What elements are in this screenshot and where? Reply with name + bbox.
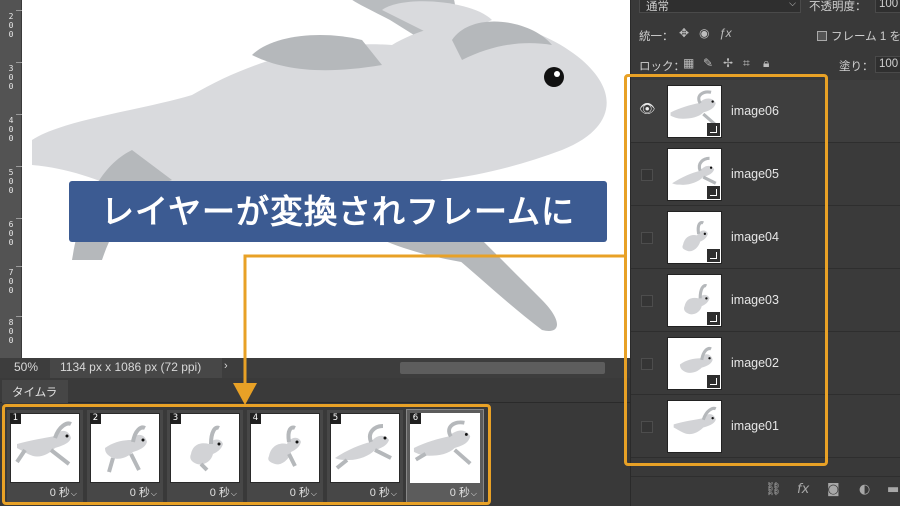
opacity-label: 不透明度：: [809, 1, 867, 13]
layer-thumbnail: [667, 337, 722, 390]
frame-number: 6: [410, 413, 421, 424]
visibility-toggle[interactable]: [641, 421, 653, 433]
layer-name[interactable]: image06: [731, 104, 779, 118]
chevron-down-icon: ⌵: [390, 489, 397, 498]
propagate-frame-checkbox[interactable]: フレーム 1 を: [817, 28, 900, 44]
visibility-toggle[interactable]: [641, 169, 653, 181]
status-bar: 50% 1134 px x 1086 px (72 ppi) ›: [0, 358, 630, 378]
lock-artboard-icon[interactable]: ⌗: [743, 56, 750, 71]
layers-footer: ⛓︎ fx ◙ ◐ ▬: [631, 476, 900, 506]
smart-object-icon: [707, 312, 720, 325]
layer-row[interactable]: image01: [631, 395, 900, 458]
lock-transparency-icon[interactable]: ▦: [683, 56, 694, 70]
layer-thumbnail: [667, 211, 722, 264]
layer-row[interactable]: image05: [631, 143, 900, 206]
timeline-frame[interactable]: 3 0 秒⌵: [167, 410, 243, 502]
layer-thumbnail: [667, 400, 722, 453]
unify-style-icon[interactable]: ƒx: [719, 26, 732, 40]
layer-name[interactable]: image01: [731, 419, 779, 433]
lock-label: ロック：: [639, 61, 685, 73]
fill-label: 塗り：: [839, 61, 874, 73]
lock-row: ロック： ▦ ✎ ✢ ⌗ 🔒︎ 塗り： 100: [631, 56, 900, 76]
checkbox-icon: [817, 31, 827, 41]
layer-name[interactable]: image03: [731, 293, 779, 307]
chevron-right-icon[interactable]: ›: [224, 360, 228, 372]
ruler-label: 6 0 0: [8, 220, 14, 247]
tab-timeline[interactable]: タイムライン: [2, 380, 68, 415]
ruler-label: 3 0 0: [8, 64, 14, 91]
annotation-callout: レイヤーが変換されフレームに: [69, 181, 607, 242]
unify-label: 統一：: [639, 31, 674, 43]
layer-name[interactable]: image04: [731, 230, 779, 244]
document-size[interactable]: 1134 px x 1086 px (72 ppi): [50, 358, 222, 378]
timeline-frame[interactable]: 5 0 秒⌵: [327, 410, 403, 502]
smart-object-icon: [707, 123, 720, 136]
chevron-down-icon: ⌵: [789, 0, 796, 8]
visibility-toggle[interactable]: 👁︎: [639, 102, 656, 118]
ruler-label: 2 0 0: [8, 12, 14, 39]
frame-delay[interactable]: 0 秒⌵: [130, 484, 157, 500]
timeline-frame-selected[interactable]: 6 0 秒⌵: [406, 409, 484, 503]
chevron-down-icon: ⌵: [310, 489, 317, 498]
opacity-input[interactable]: 100: [875, 0, 900, 13]
zoom-level[interactable]: 50%: [14, 360, 38, 374]
frame-delay[interactable]: 0 秒⌵: [450, 484, 477, 500]
layer-row[interactable]: image04: [631, 206, 900, 269]
chevron-down-icon: ⌵: [70, 489, 77, 498]
visibility-toggle[interactable]: [641, 232, 653, 244]
layer-name[interactable]: image05: [731, 167, 779, 181]
layer-row[interactable]: 👁︎ image06: [631, 80, 900, 143]
smart-object-icon: [707, 375, 720, 388]
vertical-ruler[interactable]: 2 0 0 3 0 0 4 0 0 5 0 0 6 0 0 7 0 0 8 0 …: [0, 0, 22, 358]
frame-delay[interactable]: 0 秒⌵: [370, 484, 397, 500]
frame-delay[interactable]: 0 秒⌵: [50, 484, 77, 500]
lock-all-icon[interactable]: 🔒︎: [763, 56, 769, 71]
frame-delay[interactable]: 0 秒⌵: [210, 484, 237, 500]
adjustment-icon[interactable]: ◐: [859, 482, 870, 497]
mask-icon[interactable]: ◙: [827, 482, 840, 497]
frame-number: 3: [170, 413, 181, 424]
frame-number: 4: [250, 413, 261, 424]
eye-icon: 👁︎: [639, 102, 656, 117]
ruler-label: 5 0 0: [8, 168, 14, 195]
layer-thumbnail: [667, 148, 722, 201]
layers-options-row: 通常 ⌵ 不透明度： 100: [631, 0, 900, 16]
ruler-label: 7 0 0: [8, 268, 14, 295]
lock-paint-icon[interactable]: ✎: [703, 56, 713, 70]
chevron-down-icon: ⌵: [470, 489, 477, 498]
lock-move-icon[interactable]: ✢: [723, 56, 733, 70]
chevron-down-icon: ⌵: [150, 489, 157, 498]
blend-mode-select[interactable]: 通常 ⌵: [639, 0, 801, 13]
timeline-frame[interactable]: 1 0 秒⌵: [7, 410, 83, 502]
layer-row[interactable]: image02: [631, 332, 900, 395]
unify-visibility-icon[interactable]: ◉: [699, 26, 709, 40]
group-icon[interactable]: ▬: [887, 482, 899, 497]
unify-position-icon[interactable]: ✥: [679, 26, 689, 40]
smart-object-icon: [707, 249, 720, 262]
link-icon[interactable]: ⛓︎: [765, 482, 782, 497]
smart-object-icon: [707, 186, 720, 199]
visibility-toggle[interactable]: [641, 295, 653, 307]
unify-row: 統一： ✥ ◉ ƒx フレーム 1 を: [631, 26, 900, 46]
fill-input[interactable]: 100: [875, 56, 900, 73]
timeline-frame[interactable]: 2 0 秒⌵: [87, 410, 163, 502]
layer-thumbnail: [667, 274, 722, 327]
layer-name[interactable]: image02: [731, 356, 779, 370]
timeline-header: タイムライン: [0, 378, 630, 415]
layer-thumbnail: [667, 85, 722, 138]
timeline-frame[interactable]: 4 0 秒⌵: [247, 410, 323, 502]
frame-number: 2: [90, 413, 101, 424]
visibility-toggle[interactable]: [641, 358, 653, 370]
fx-icon[interactable]: fx: [797, 482, 809, 497]
horizontal-scrollbar[interactable]: [400, 362, 605, 374]
rabbit-artwork: [32, 0, 607, 331]
ruler-label: 4 0 0: [8, 116, 14, 143]
ruler-label: 8 0 0: [8, 318, 14, 345]
document-canvas[interactable]: レイヤーが変換されフレームに: [22, 0, 630, 358]
frame-delay[interactable]: 0 秒⌵: [290, 484, 317, 500]
layer-row[interactable]: image03: [631, 269, 900, 332]
frame-number: 1: [10, 413, 21, 424]
chevron-down-icon: ⌵: [230, 489, 237, 498]
frame-number: 5: [330, 413, 341, 424]
